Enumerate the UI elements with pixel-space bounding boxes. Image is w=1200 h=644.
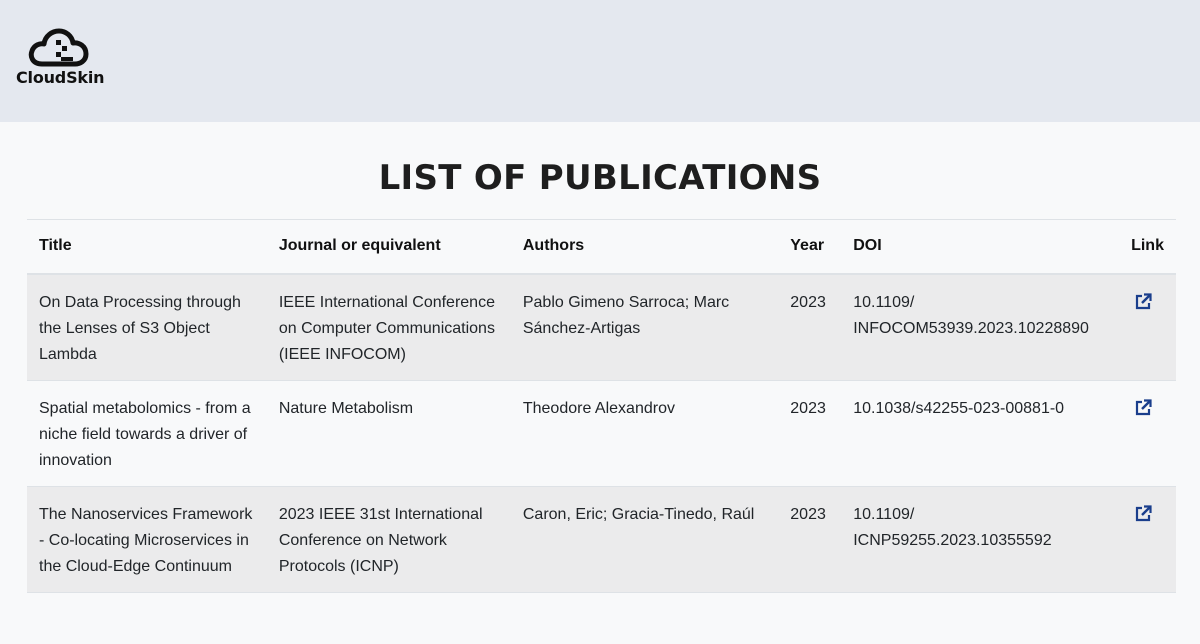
publication-link-cell (1115, 486, 1176, 593)
publication-doi: 10.1038/s42255-023-00881-0 (841, 380, 1116, 487)
publication-journal: IEEE International Conference on Compute… (266, 273, 511, 381)
publication-authors: Caron, Eric; Gracia-Tinedo, Raúl (510, 486, 779, 593)
publication-title: Spatial metabolomics - from a niche fiel… (27, 380, 267, 487)
column-header-link: Link (1115, 219, 1176, 275)
publication-year: 2023 (778, 273, 842, 381)
table-row: Spatial metabolomics - from a niche fiel… (27, 380, 1176, 487)
publications-table-container: Title Journal or equivalent Authors Year… (27, 219, 1176, 593)
external-link-icon[interactable] (1133, 292, 1153, 312)
column-header-year: Year (778, 219, 842, 275)
column-header-doi: DOI (841, 219, 1116, 275)
publication-link-cell (1115, 273, 1176, 381)
publication-year: 2023 (778, 380, 842, 487)
external-link-icon[interactable] (1133, 398, 1153, 418)
brand-name: CloudSkin (16, 68, 105, 87)
cloud-logo-icon (28, 28, 89, 67)
publications-table: Title Journal or equivalent Authors Year… (27, 219, 1176, 593)
publication-authors: Pablo Gimeno Sarroca; Marc Sánchez-Artig… (510, 273, 779, 381)
external-link-icon[interactable] (1133, 504, 1153, 524)
column-header-journal: Journal or equivalent (266, 219, 511, 275)
column-header-authors: Authors (510, 219, 779, 275)
publication-journal: Nature Metabolism (266, 380, 511, 487)
site-header: CloudSkin (0, 0, 1200, 122)
publication-journal: 2023 IEEE 31st International Conference … (266, 486, 511, 593)
cloudskin-logo[interactable]: CloudSkin (14, 26, 106, 90)
publication-authors: Theodore Alexandrov (510, 380, 779, 487)
table-row: The Nanoservices Framework - Co-locating… (27, 486, 1176, 593)
publication-year: 2023 (778, 486, 842, 593)
table-row: On Data Processing through the Lenses of… (27, 273, 1176, 381)
publication-doi: 10.1109/ INFOCOM53939.2023.10228890 (841, 273, 1116, 381)
publication-title: On Data Processing through the Lenses of… (27, 273, 267, 381)
page-title: LIST OF PUBLICATIONS (378, 158, 822, 198)
publication-link-cell (1115, 380, 1176, 487)
column-header-title: Title (27, 219, 267, 275)
publication-doi: 10.1109/ ICNP59255.2023.10355592 (841, 486, 1116, 593)
publication-title: The Nanoservices Framework - Co-locating… (27, 486, 267, 593)
table-header-row: Title Journal or equivalent Authors Year… (27, 219, 1176, 275)
